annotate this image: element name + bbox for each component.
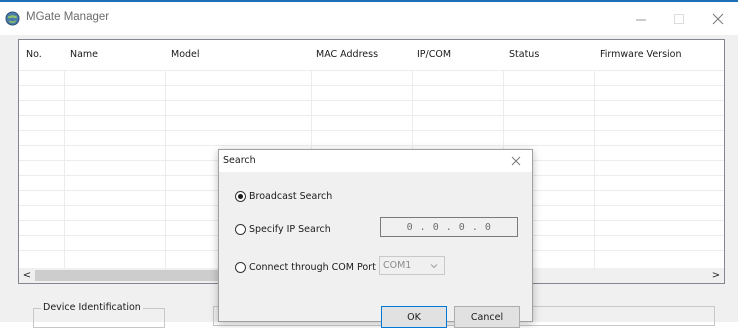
row-divider xyxy=(19,145,724,146)
column-header-ip-com[interactable]: IP/COM xyxy=(417,49,451,60)
scroll-right-button[interactable]: > xyxy=(708,268,724,283)
window-title: MGate Manager xyxy=(26,11,110,23)
table-header: No. Name Model MAC Address IP/COM Status… xyxy=(19,40,724,70)
broadcast-search-label: Broadcast Search xyxy=(249,191,333,202)
column-divider xyxy=(64,70,65,270)
minimize-icon[interactable] xyxy=(622,6,660,32)
globe-icon xyxy=(5,11,20,26)
ok-button[interactable]: OK xyxy=(381,306,447,328)
column-header-no[interactable]: No. xyxy=(26,49,42,60)
com-port-value: COM1 xyxy=(383,260,412,271)
specify-ip-search-radio[interactable] xyxy=(235,224,246,235)
search-dialog: Search Broadcast Search Specify IP Searc… xyxy=(218,149,533,328)
com-port-select[interactable]: COM1 xyxy=(379,256,445,275)
column-header-mac-address[interactable]: MAC Address xyxy=(316,49,378,60)
specify-ip-search-option[interactable]: Specify IP Search xyxy=(235,224,331,235)
row-divider xyxy=(19,85,724,86)
com-port-option[interactable]: Connect through COM Port xyxy=(235,262,376,273)
column-divider xyxy=(594,70,595,270)
column-header-name[interactable]: Name xyxy=(70,49,98,60)
device-identification-label: Device Identification xyxy=(41,302,143,313)
row-divider xyxy=(19,100,724,101)
specify-ip-search-label: Specify IP Search xyxy=(249,224,331,235)
cancel-button[interactable]: Cancel xyxy=(454,306,520,328)
dialog-body: Broadcast Search Specify IP Search 0 . 0… xyxy=(219,172,532,328)
column-divider xyxy=(165,70,166,270)
mgate-manager-window: MGate Manager No. Name Model MAC Address… xyxy=(0,0,738,328)
close-icon[interactable] xyxy=(699,6,737,32)
row-divider xyxy=(19,130,724,131)
dialog-title: Search xyxy=(223,155,256,166)
chevron-down-icon xyxy=(430,264,438,269)
broadcast-search-option[interactable]: Broadcast Search xyxy=(235,191,332,202)
row-divider xyxy=(19,70,724,71)
close-icon[interactable] xyxy=(509,154,523,168)
title-bar: MGate Manager xyxy=(0,2,738,35)
broadcast-search-radio[interactable] xyxy=(235,191,246,202)
com-port-radio[interactable] xyxy=(235,262,246,273)
dialog-title-bar: Search xyxy=(219,150,532,172)
column-header-model[interactable]: Model xyxy=(171,49,200,60)
row-divider xyxy=(19,115,724,116)
scroll-left-button[interactable]: < xyxy=(19,268,35,283)
column-header-firmware-version[interactable]: Firmware Version xyxy=(600,49,682,60)
ip-address-input[interactable]: 0 . 0 . 0 . 0 xyxy=(380,217,518,237)
maximize-icon[interactable] xyxy=(660,6,698,32)
com-port-label: Connect through COM Port xyxy=(249,262,376,273)
column-header-status[interactable]: Status xyxy=(509,49,539,60)
